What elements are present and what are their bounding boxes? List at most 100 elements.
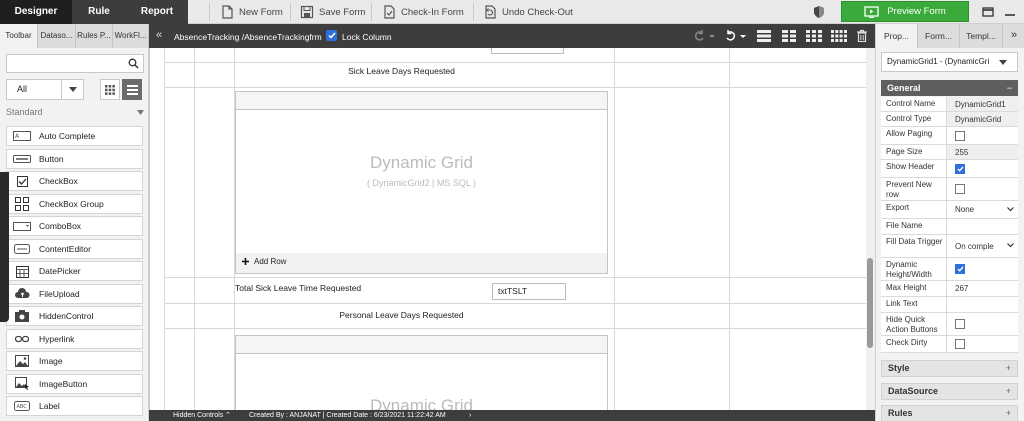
standard-section-header[interactable]: Standard xyxy=(6,107,146,121)
lock-column-checkbox[interactable] xyxy=(326,30,337,41)
general-section-header[interactable]: General − xyxy=(881,80,1018,96)
minimize-button[interactable] xyxy=(999,2,1021,22)
tool-button[interactable]: Button xyxy=(6,148,143,169)
tab-rule[interactable]: Rule xyxy=(72,0,126,24)
canvas-toolbar: « AbsenceTracking /AbsenceTrackingfrm Lo… xyxy=(149,24,875,48)
redo-icon[interactable] xyxy=(692,29,716,43)
property-value[interactable] xyxy=(947,258,1018,280)
trash-icon[interactable] xyxy=(856,29,868,42)
tool-hiddencontrol[interactable]: HiddenControl xyxy=(6,306,143,326)
sick-leave-header: Sick Leave Days Requested xyxy=(348,66,455,76)
tool-label: DatePicker xyxy=(39,266,81,276)
tab-workflow[interactable]: WorkFl... xyxy=(113,24,149,48)
tool-combobox[interactable]: ComboBox xyxy=(6,216,143,236)
section-style[interactable]: Style + xyxy=(881,360,1018,377)
tool-label: Auto Complete xyxy=(39,131,96,141)
control-selector[interactable]: DynamicGrid1 - (DynamicGri xyxy=(881,52,1018,72)
tab-designer[interactable]: Designer xyxy=(0,0,72,24)
property-value-text: DynamicGrid1 xyxy=(955,99,1006,109)
property-name: Show Header xyxy=(881,160,947,177)
control-selector-caret-icon xyxy=(999,60,1007,65)
checkbox-unchecked-icon[interactable] xyxy=(955,319,965,329)
tool-checkbox[interactable]: CheckBox xyxy=(6,171,143,191)
tool-contenteditor[interactable]: ContentEditor xyxy=(6,238,143,259)
tab-properties[interactable]: Prop... xyxy=(876,24,918,48)
undo-check-out-button[interactable]: Undo Check-Out xyxy=(477,0,579,24)
property-value[interactable]: None xyxy=(947,201,1018,218)
property-value[interactable] xyxy=(947,178,1018,200)
chevron-down-icon xyxy=(1007,206,1014,212)
tool-imagebutton[interactable]: ImageButton xyxy=(6,373,143,394)
property-value[interactable]: 267 xyxy=(947,281,1018,296)
layout-two-column-icon[interactable] xyxy=(782,30,796,42)
status-bar: Hidden Controls ⌃ Created By : ANJANAT |… xyxy=(149,410,875,421)
toolbox-search-input[interactable] xyxy=(9,56,125,71)
standard-section-title: Standard xyxy=(6,107,43,117)
collapse-left-icon[interactable]: « xyxy=(156,30,162,41)
tab-templates[interactable]: Templ... xyxy=(960,24,1003,48)
checkbox-unchecked-icon[interactable] xyxy=(955,130,965,141)
section-datasource[interactable]: DataSource + xyxy=(881,382,1018,400)
section-rules[interactable]: Rules + xyxy=(881,405,1018,421)
layout-one-column-icon[interactable] xyxy=(757,30,771,42)
property-value[interactable]: On comple xyxy=(947,235,1018,257)
shield-icon[interactable] xyxy=(812,5,826,19)
panel-collapse-handle[interactable] xyxy=(0,172,9,322)
save-form-button[interactable]: Save Form xyxy=(294,0,371,24)
chevron-down-icon xyxy=(61,80,83,99)
property-value[interactable] xyxy=(947,219,1018,234)
search-icon[interactable] xyxy=(128,58,139,69)
property-file-name: File Name xyxy=(881,219,1018,235)
add-row-button[interactable]: Add Row xyxy=(242,257,286,266)
property-control-name: Control Name DynamicGrid1 xyxy=(881,97,1018,112)
tool-hyperlink[interactable]: Hyperlink xyxy=(6,328,143,349)
total-sick-leave-field[interactable]: txtTSLT xyxy=(492,283,566,300)
checkbox-checked-icon[interactable] xyxy=(955,264,965,274)
tab-form[interactable]: Form... xyxy=(918,24,960,48)
preview-form-button[interactable]: Preview Form xyxy=(841,1,969,22)
image-icon xyxy=(12,354,32,368)
tab-report[interactable]: Report xyxy=(126,0,188,24)
grid-view-button[interactable] xyxy=(100,79,120,100)
tool-fileupload[interactable]: FileUpload xyxy=(6,283,143,304)
chevron-right-icon[interactable]: › xyxy=(469,410,471,421)
layout-three-column-icon[interactable] xyxy=(806,30,822,42)
dynamic-grid-1-subtitle: ( DynamicGrid2 | MS SQL ) xyxy=(366,178,477,188)
category-filter-select[interactable]: All xyxy=(6,79,84,100)
partial-input-field[interactable] xyxy=(491,48,564,54)
property-value[interactable] xyxy=(947,297,1018,312)
tab-rules-panel[interactable]: Rules P... xyxy=(76,24,113,48)
hidden-controls-toggle[interactable]: Hidden Controls ⌃ xyxy=(173,410,231,421)
restore-window-button[interactable] xyxy=(977,2,999,22)
svg-text:ABC: ABC xyxy=(17,404,28,410)
list-view-button[interactable] xyxy=(122,79,142,100)
dynamic-grid-1[interactable]: Dynamic Grid ( DynamicGrid2 | MS SQL ) A… xyxy=(235,91,608,274)
tool-label[interactable]: ABC Label xyxy=(6,396,143,416)
property-value[interactable] xyxy=(947,160,1018,177)
preview-form-label: Preview Form xyxy=(887,6,946,17)
tool-image[interactable]: Image xyxy=(6,351,143,371)
layout-four-column-icon[interactable] xyxy=(831,30,847,42)
tab-toolbar[interactable]: Toolbar xyxy=(0,24,38,48)
property-value[interactable] xyxy=(947,127,1018,144)
property-value[interactable] xyxy=(947,313,1018,335)
checkbox-checked-icon[interactable] xyxy=(955,163,965,174)
monitor-play-icon xyxy=(864,5,879,18)
tool-checkbox-group[interactable]: CheckBox Group xyxy=(6,193,143,214)
autocomplete-icon: A xyxy=(12,129,32,143)
tool-datepicker[interactable]: DatePicker xyxy=(6,261,143,281)
dynamic-grid-2[interactable]: Dynamic Grid xyxy=(235,335,608,416)
check-in-form-button[interactable]: Check-In Form xyxy=(376,0,470,24)
canvas-scrollbar[interactable] xyxy=(866,48,875,410)
property-value[interactable] xyxy=(947,336,1018,352)
checkbox-unchecked-icon[interactable] xyxy=(955,184,965,194)
new-form-button[interactable]: New Form xyxy=(214,0,289,24)
undo-icon[interactable] xyxy=(723,29,749,43)
expand-panel-icon[interactable]: » xyxy=(1003,24,1024,48)
expand-icon: + xyxy=(1005,363,1011,373)
toolbox-search xyxy=(6,54,144,73)
tool-auto-complete[interactable]: A Auto Complete xyxy=(6,126,143,146)
tab-datasource[interactable]: Dataso... xyxy=(38,24,76,48)
checkbox-unchecked-icon[interactable] xyxy=(955,339,965,349)
canvas-scrollbar-thumb[interactable] xyxy=(867,258,873,348)
